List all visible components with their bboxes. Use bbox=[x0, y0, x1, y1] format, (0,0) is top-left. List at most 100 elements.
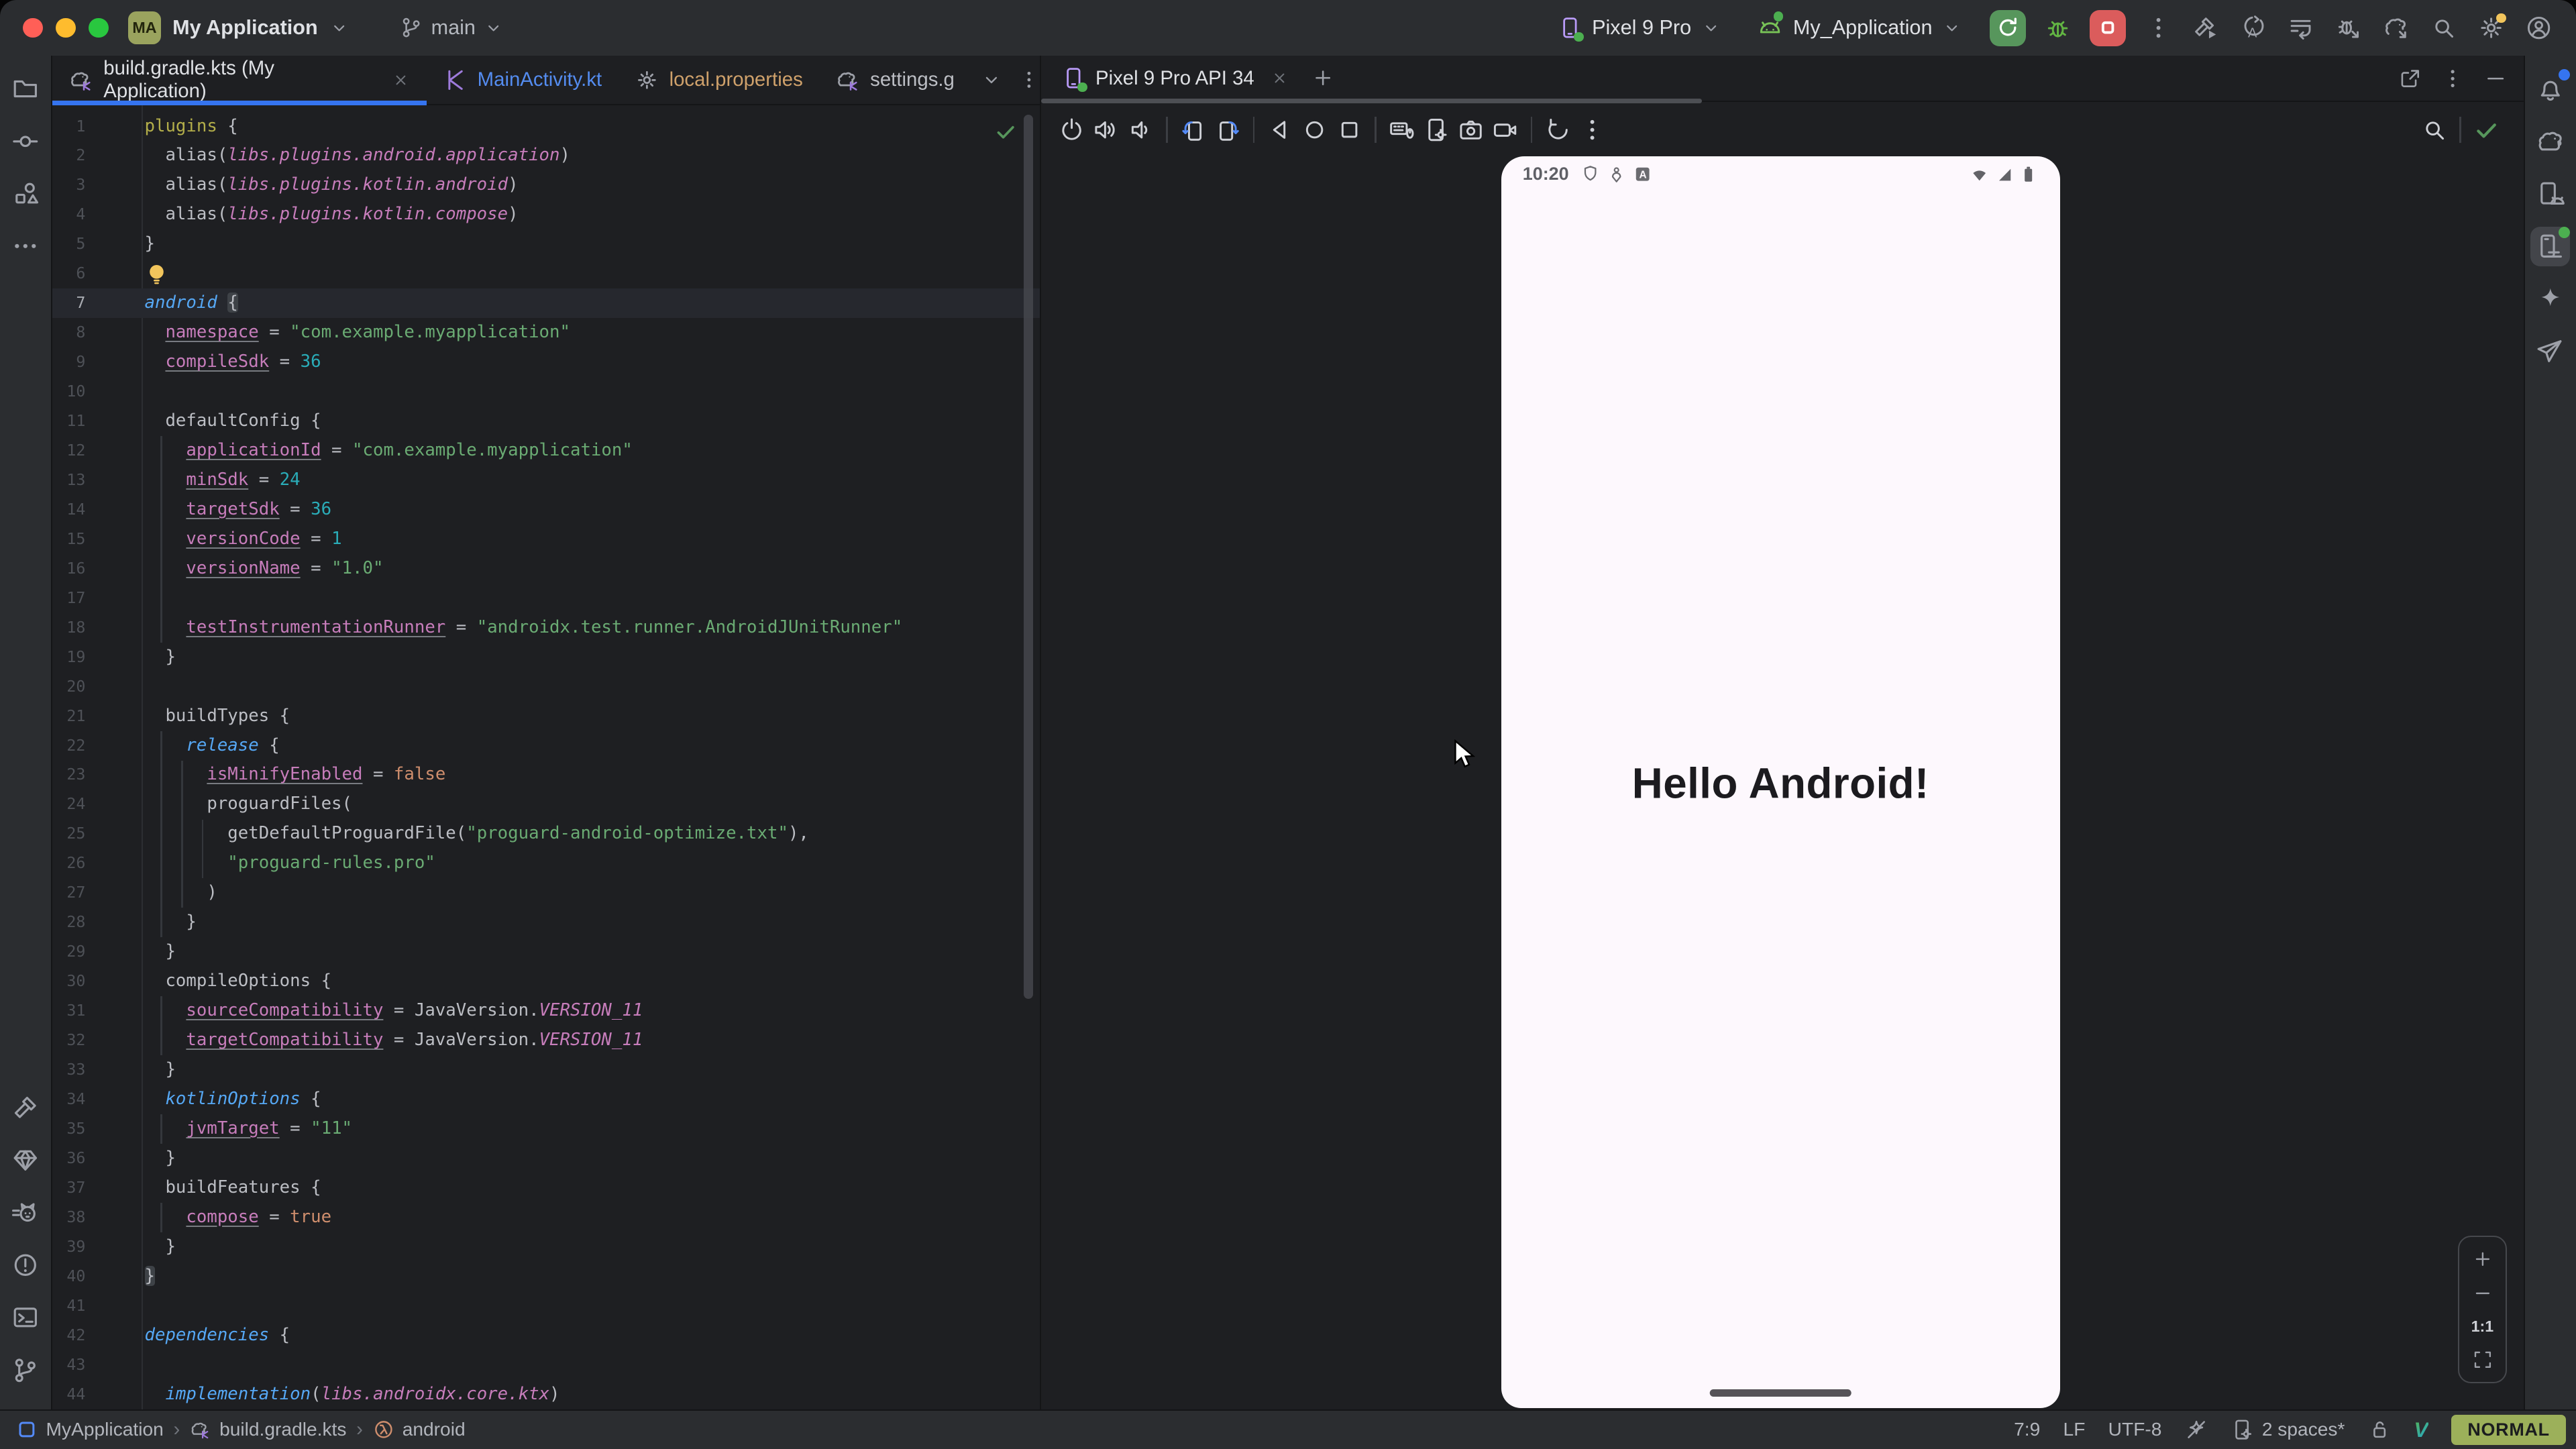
hardware-input-button[interactable] bbox=[1385, 117, 1419, 143]
line-number[interactable]: 42 bbox=[52, 1321, 85, 1350]
editor-scrollbar[interactable] bbox=[1024, 115, 1034, 999]
zoom-fit-button[interactable] bbox=[2472, 1349, 2493, 1371]
close-icon[interactable] bbox=[392, 71, 410, 89]
device-screen[interactable]: 10:20 A Hello Android! bbox=[1501, 156, 2060, 1408]
build-button[interactable] bbox=[2192, 15, 2218, 41]
code-line[interactable]: 14 targetSdk = 36 bbox=[52, 495, 1040, 525]
line-number[interactable]: 14 bbox=[52, 495, 85, 525]
code-line[interactable]: 5} bbox=[52, 229, 1040, 259]
hide-panel-button[interactable] bbox=[2484, 67, 2507, 90]
device-settings-button[interactable] bbox=[1419, 117, 1453, 143]
terminal-tool-button[interactable] bbox=[6, 1298, 46, 1338]
emulator-more-button[interactable] bbox=[1575, 117, 1609, 143]
volume-down-button[interactable] bbox=[1124, 117, 1158, 143]
code-line[interactable]: 12 applicationId = "com.example.myapplic… bbox=[52, 436, 1040, 466]
screen-record-button[interactable] bbox=[1488, 117, 1522, 143]
tabstrip-scrollbar[interactable] bbox=[1041, 99, 1701, 103]
line-number[interactable]: 28 bbox=[52, 908, 85, 937]
line-number[interactable]: 7 bbox=[52, 288, 85, 318]
attach-debugger-button[interactable] bbox=[2335, 15, 2361, 41]
traffic-light-minimize[interactable] bbox=[56, 18, 75, 38]
search-everywhere-button[interactable] bbox=[2430, 15, 2457, 41]
code-line[interactable]: 42dependencies { bbox=[52, 1321, 1040, 1350]
project-tool-button[interactable] bbox=[6, 69, 46, 109]
gradle-tool-button[interactable] bbox=[2530, 121, 2570, 161]
code-line[interactable]: 27 ) bbox=[52, 878, 1040, 908]
code-line[interactable]: 34 kotlinOptions { bbox=[52, 1085, 1040, 1114]
vim-mode-badge[interactable]: NORMAL bbox=[2451, 1415, 2567, 1446]
line-number[interactable]: 15 bbox=[52, 525, 85, 554]
line-number[interactable]: 41 bbox=[52, 1291, 85, 1321]
line-number[interactable]: 18 bbox=[52, 613, 85, 643]
code-line[interactable]: 26 "proguard-rules.pro" bbox=[52, 849, 1040, 878]
code-line[interactable]: 20 bbox=[52, 672, 1040, 702]
code-line[interactable]: 2 alias(libs.plugins.android.application… bbox=[52, 141, 1040, 170]
line-number[interactable]: 23 bbox=[52, 760, 85, 790]
tab-list-chevron-icon[interactable] bbox=[981, 69, 1002, 91]
logcat-tool-button[interactable] bbox=[6, 1193, 46, 1232]
line-number[interactable]: 44 bbox=[52, 1380, 85, 1409]
code-line[interactable]: 37 buildFeatures { bbox=[52, 1173, 1040, 1203]
tab-settings.g[interactable]: settings.g bbox=[819, 56, 971, 103]
code-line[interactable]: 36 } bbox=[52, 1144, 1040, 1173]
code-line[interactable]: 41 bbox=[52, 1291, 1040, 1321]
line-number[interactable]: 19 bbox=[52, 643, 85, 672]
zoom-mode-button[interactable] bbox=[2417, 117, 2451, 143]
snapshot-reset-button[interactable] bbox=[1540, 117, 1574, 143]
code-line[interactable]: 23 isMinifyEnabled = false bbox=[52, 760, 1040, 790]
zoom-out-button[interactable] bbox=[2472, 1283, 2493, 1304]
line-number[interactable]: 38 bbox=[52, 1203, 85, 1232]
stop-button[interactable] bbox=[2090, 10, 2126, 46]
line-number[interactable]: 20 bbox=[52, 672, 85, 702]
android-home-button[interactable] bbox=[1297, 117, 1332, 143]
traffic-light-close[interactable] bbox=[23, 18, 42, 38]
line-number[interactable]: 10 bbox=[52, 377, 85, 407]
rotate-right-button[interactable] bbox=[1210, 117, 1244, 143]
debug-button[interactable] bbox=[2045, 15, 2071, 41]
breadcrumb-myapplication[interactable]: MyApplication bbox=[16, 1419, 163, 1440]
ai-assist-off-icon[interactable] bbox=[2185, 1418, 2208, 1441]
code-line[interactable]: 10 bbox=[52, 377, 1040, 407]
line-ending-widget[interactable]: LF bbox=[2063, 1419, 2086, 1440]
breadcrumb-build.gradle.kts[interactable]: build.gradle.kts bbox=[190, 1419, 346, 1440]
line-number[interactable]: 30 bbox=[52, 967, 85, 996]
open-in-new-window-button[interactable] bbox=[2399, 67, 2422, 90]
line-number[interactable]: 5 bbox=[52, 229, 85, 259]
caret-position-widget[interactable]: 7:9 bbox=[2014, 1419, 2040, 1440]
code-line[interactable]: 22 release { bbox=[52, 731, 1040, 761]
code-line[interactable]: 3 alias(libs.plugins.kotlin.android) bbox=[52, 170, 1040, 200]
line-number[interactable]: 12 bbox=[52, 436, 85, 466]
version-control-tool-button[interactable] bbox=[6, 1350, 46, 1390]
code-line[interactable]: 32 targetCompatibility = JavaVersion.VER… bbox=[52, 1026, 1040, 1055]
editor-code[interactable]: 1plugins {2 alias(libs.plugins.android.a… bbox=[52, 105, 1040, 1410]
encoding-widget[interactable]: UTF-8 bbox=[2108, 1419, 2162, 1440]
code-line[interactable]: 8 namespace = "com.example.myapplication… bbox=[52, 318, 1040, 347]
code-line[interactable]: 1plugins { bbox=[52, 112, 1040, 142]
code-line[interactable]: 9 compileSdk = 36 bbox=[52, 347, 1040, 377]
code-line[interactable]: 29 } bbox=[52, 937, 1040, 967]
code-line[interactable]: 17 bbox=[52, 584, 1040, 613]
settings-button[interactable] bbox=[2478, 15, 2504, 41]
code-line[interactable]: 43 bbox=[52, 1350, 1040, 1380]
code-line[interactable]: 28 } bbox=[52, 908, 1040, 937]
line-number[interactable]: 29 bbox=[52, 937, 85, 967]
rerun-button[interactable] bbox=[1990, 10, 2026, 46]
app-quality-insights-button[interactable] bbox=[6, 1140, 46, 1180]
line-number[interactable]: 33 bbox=[52, 1055, 85, 1085]
line-number[interactable]: 11 bbox=[52, 407, 85, 436]
line-number[interactable]: 17 bbox=[52, 584, 85, 613]
lock-open-icon[interactable] bbox=[2368, 1418, 2391, 1441]
apply-changes-button[interactable]: A bbox=[2240, 15, 2266, 41]
code-line[interactable]: 33 } bbox=[52, 1055, 1040, 1085]
volume-up-button[interactable] bbox=[1089, 117, 1123, 143]
panel-options-button[interactable] bbox=[2441, 67, 2464, 90]
build-tool-button[interactable] bbox=[6, 1087, 46, 1127]
device-selector[interactable]: Pixel 9 Pro bbox=[1558, 15, 1721, 40]
line-number[interactable]: 26 bbox=[52, 849, 85, 878]
line-number[interactable]: 2 bbox=[52, 141, 85, 170]
rotate-left-button[interactable] bbox=[1176, 117, 1210, 143]
line-number[interactable]: 32 bbox=[52, 1026, 85, 1055]
line-number[interactable]: 36 bbox=[52, 1144, 85, 1173]
problems-tool-button[interactable] bbox=[6, 1245, 46, 1285]
code-line[interactable]: 7android { bbox=[52, 288, 1040, 318]
